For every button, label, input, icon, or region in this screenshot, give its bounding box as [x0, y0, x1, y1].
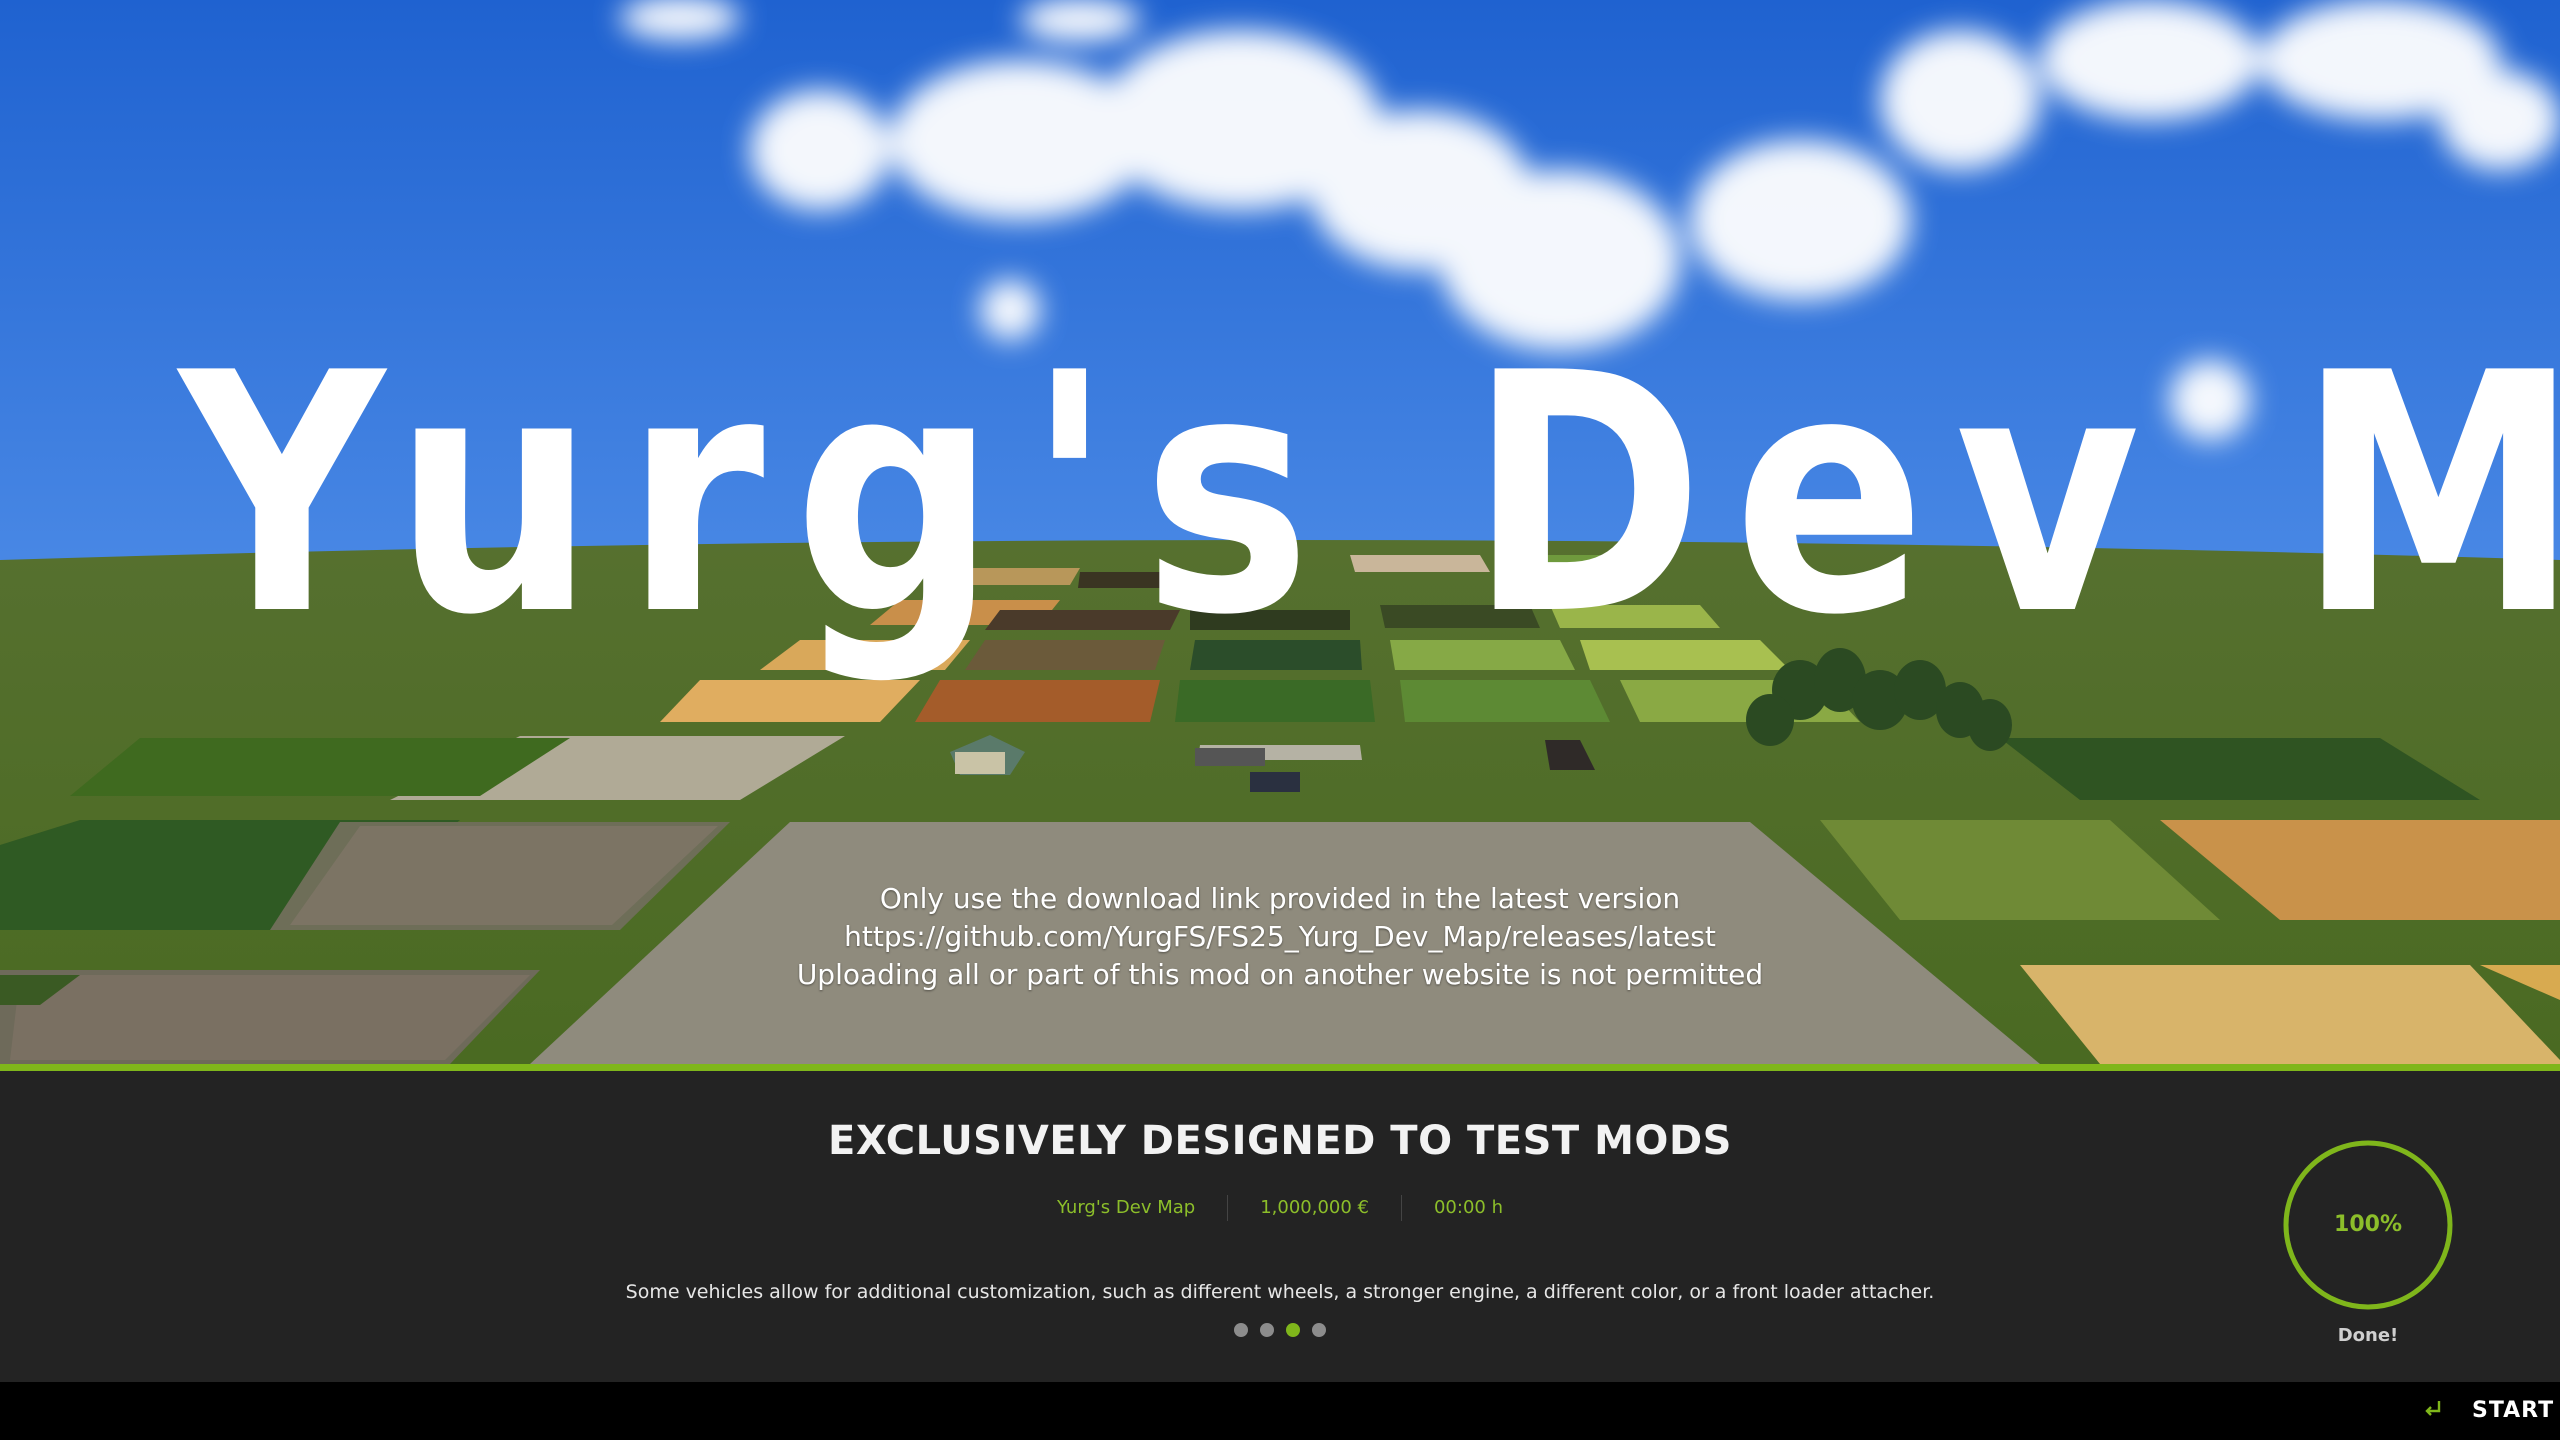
map-title: Yurg's Dev Map [179, 303, 2560, 687]
download-notice: Only use the download link provided in t… [0, 880, 2560, 994]
progress-percent: 100% [2334, 1212, 2402, 1237]
savegame-meta: Yurg's Dev Map 1,000,000 € 00:00 h [0, 1195, 2560, 1221]
enter-key-icon [2425, 1401, 2441, 1416]
accent-divider [0, 1064, 2560, 1071]
loading-tip: Some vehicles allow for additional custo… [625, 1281, 1935, 1303]
tip-page-dot[interactable] [1234, 1323, 1248, 1337]
notice-link: https://github.com/YurgFS/FS25_Yurg_Dev_… [844, 920, 1716, 953]
map-headline: EXCLUSIVELY DESIGNED TO TEST MODS [828, 1118, 1732, 1164]
tip-page-dot[interactable] [1312, 1323, 1326, 1337]
meta-money: 1,000,000 € [1260, 1197, 1369, 1218]
meta-playtime: 00:00 h [1433, 1197, 1503, 1218]
progress-status: Done! [2337, 1325, 2399, 1346]
notice-line: Only use the download link provided in t… [879, 882, 1681, 915]
notice-line: Uploading all or part of this mod on ano… [796, 958, 1764, 991]
loading-progress-ring: 100% [2282, 1139, 2454, 1311]
tip-page-dot-active[interactable] [1286, 1323, 1300, 1337]
bottom-action-bar: START [0, 1382, 2560, 1440]
map-preview: Yurg's Dev Map Only use the download lin… [0, 0, 2560, 1064]
loading-info-panel: EXCLUSIVELY DESIGNED TO TEST MODS Yurg's… [0, 1071, 2560, 1382]
meta-map-name: Yurg's Dev Map [1056, 1197, 1196, 1218]
tip-pagination [0, 1323, 2560, 1337]
start-button[interactable]: START [2472, 1398, 2554, 1423]
tip-page-dot[interactable] [1260, 1323, 1274, 1337]
